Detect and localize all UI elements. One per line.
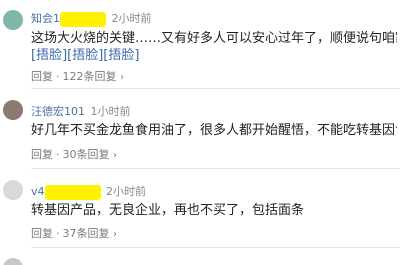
comment-meta: v4 2小时前	[31, 183, 146, 200]
comment-item: v4 2小时前 转基因产品，无良企业，再也不买了，包括面条 回复 · 37条回复 ›	[0, 175, 400, 248]
reply-button[interactable]: 回复	[31, 148, 53, 161]
avatar[interactable]	[3, 100, 23, 120]
avatar[interactable]	[3, 258, 23, 265]
avatar[interactable]	[3, 180, 23, 200]
reply-button[interactable]: 回复	[31, 70, 53, 83]
comment-text-line: 这场大火烧的关键……又有好多人可以安心过年了，顺便说句咱家不吃金龙鱼油	[31, 31, 397, 46]
comment-text: 这场大火烧的关键……又有好多人可以安心过年了，顺便说句咱家不吃金龙鱼油 [捂脸]…	[31, 30, 397, 64]
view-replies-link[interactable]: 122条回复	[63, 70, 117, 83]
chevron-right-icon: ›	[113, 150, 117, 161]
comment-text-line: 好几年不买金龙鱼食用油了，很多人都开始醒悟，不能吃转基因食品	[31, 123, 397, 138]
username[interactable]: v4	[31, 185, 45, 198]
divider	[31, 168, 400, 169]
comment-meta: 汪德宏101 1小时前	[31, 103, 131, 119]
timestamp: 2小时前	[111, 12, 152, 25]
divider	[31, 247, 400, 248]
timestamp: 1小时前	[90, 105, 131, 118]
comment-item: 知会1 2小时前 这场大火烧的关键……又有好多人可以安心过年了，顺便说句咱家不吃…	[0, 0, 400, 90]
username[interactable]: 知会1	[31, 12, 60, 25]
comment-item-partial	[0, 256, 400, 265]
chevron-right-icon: ›	[113, 229, 117, 240]
comment-actions: 回复 · 37条回复 ›	[31, 227, 117, 240]
chevron-right-icon: ›	[120, 72, 124, 83]
comment-actions: 回复 · 30条回复 ›	[31, 148, 117, 161]
comment-text-line: 转基因产品，无良企业，再也不买了，包括面条	[31, 203, 305, 218]
timestamp: 2小时前	[106, 185, 147, 198]
comment-actions: 回复 · 122条回复 ›	[31, 70, 124, 83]
redaction-mark	[44, 184, 101, 200]
comment-meta: 知会1 2小时前	[31, 10, 152, 27]
reply-button[interactable]: 回复	[31, 227, 53, 240]
username[interactable]: 汪德宏101	[31, 105, 85, 118]
view-replies-link[interactable]: 30条回复	[63, 148, 110, 161]
redaction-mark	[60, 11, 106, 27]
divider	[31, 88, 400, 89]
emoji-text: [捂脸][捂脸][捂脸]	[31, 48, 140, 63]
comment-text: 好几年不买金龙鱼食用油了，很多人都开始醒悟，不能吃转基因食品	[31, 122, 397, 139]
comment-item: 汪德宏101 1小时前 好几年不买金龙鱼食用油了，很多人都开始醒悟，不能吃转基因…	[0, 95, 400, 170]
avatar[interactable]	[3, 10, 23, 30]
comment-text: 转基因产品，无良企业，再也不买了，包括面条	[31, 202, 397, 219]
view-replies-link[interactable]: 37条回复	[63, 227, 110, 240]
